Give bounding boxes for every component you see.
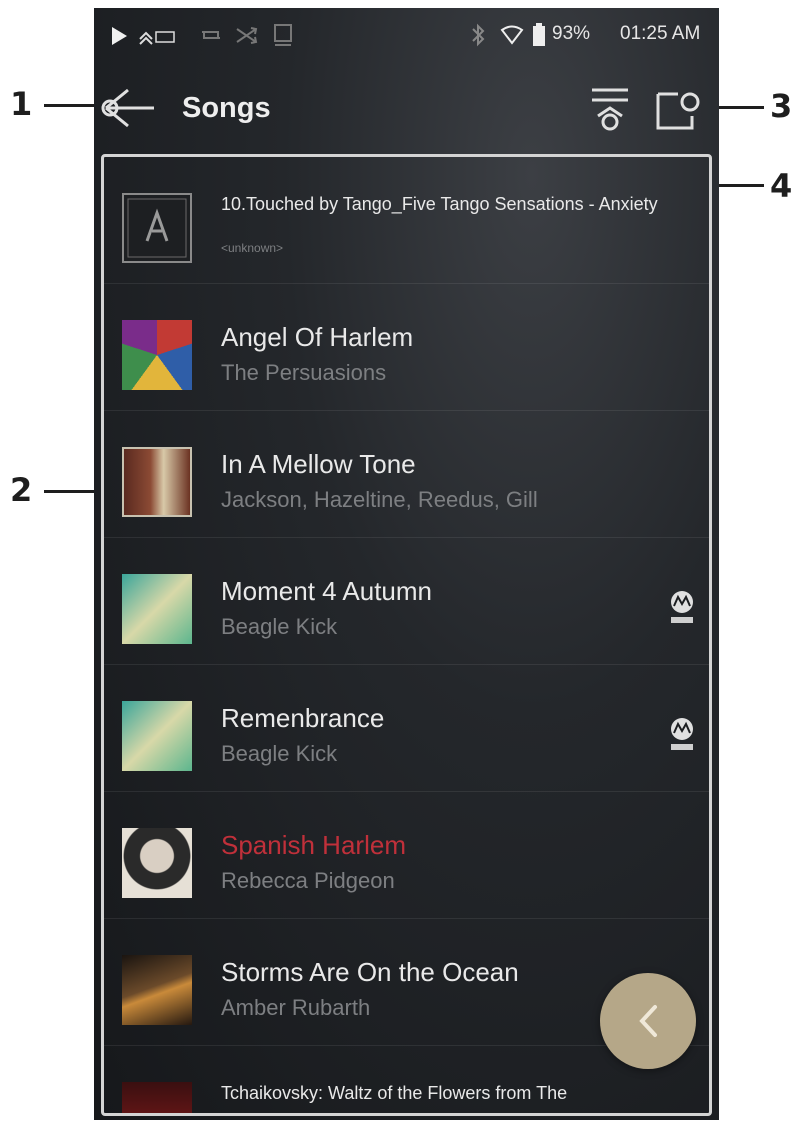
song-artist: Rebecca Pidgeon [221, 868, 395, 893]
album-art [122, 447, 192, 517]
mqa-badge-icon [671, 718, 693, 750]
album-art [122, 574, 192, 644]
status-bar: 93% 01:25 AM [94, 8, 719, 60]
song-title: Spanish Harlem [221, 830, 406, 860]
list-item[interactable]: 10.Touched by Tango_Five Tango Sensation… [104, 157, 709, 284]
song-title: 10.Touched by Tango_Five Tango Sensation… [221, 194, 658, 214]
quick-menu-button[interactable] [600, 973, 696, 1069]
song-artist: Beagle Kick [221, 614, 338, 639]
repeat-icon [202, 31, 220, 39]
wifi-icon [500, 25, 524, 45]
album-art [122, 320, 192, 390]
song-title: In A Mellow Tone [221, 449, 416, 479]
song-title: Storms Are On the Ocean [221, 957, 519, 987]
astell-logo-icon [127, 198, 187, 258]
song-title: Tchaikovsky: Waltz of the Flowers from T… [221, 1083, 568, 1103]
battery-percent: 93% [552, 23, 591, 44]
album-art [122, 1082, 192, 1113]
battery-icon [533, 23, 545, 46]
callout-4: 4 [770, 167, 793, 205]
list-item[interactable]: Angel Of Harlem The Persuasions [104, 284, 709, 411]
shuffle-icon [236, 27, 258, 44]
back-button[interactable] [98, 82, 158, 132]
list-item[interactable]: Moment 4 Autumn Beagle Kick [104, 538, 709, 665]
song-title: Moment 4 Autumn [221, 576, 432, 606]
back-arrow-icon [101, 88, 154, 128]
chevron-left-icon [639, 1005, 657, 1037]
song-artist: <unknown> [221, 241, 284, 255]
select-mode-icon [656, 92, 700, 130]
song-artist: Jackson, Hazeltine, Reedus, Gill [221, 487, 538, 512]
song-artist: Amber Rubarth [221, 995, 371, 1020]
play-icon [112, 27, 127, 45]
dsd-icon [139, 31, 175, 45]
song-artist: The Persuasions [221, 360, 387, 385]
list-item-now-playing[interactable]: Spanish Harlem Rebecca Pidgeon [104, 792, 709, 919]
sort-button[interactable] [588, 86, 632, 134]
album-art [122, 955, 192, 1025]
song-title: Angel Of Harlem [221, 322, 414, 352]
bluetooth-icon [472, 23, 485, 47]
album-art [122, 828, 192, 898]
song-title: Remenbrance [221, 703, 385, 733]
gapless-icon [274, 24, 292, 46]
mqa-badge-icon [671, 591, 693, 623]
list-item[interactable]: In A Mellow Tone Jackson, Hazeltine, Ree… [104, 411, 709, 538]
callout-2: 2 [10, 471, 33, 509]
status-time: 01:25 AM [620, 23, 701, 44]
callout-1: 1 [10, 85, 33, 123]
song-artist: Beagle Kick [221, 741, 338, 766]
app-bar: Songs [94, 68, 719, 148]
sort-icon [592, 88, 628, 131]
page-title: Songs [182, 92, 271, 124]
album-art [122, 701, 192, 771]
default-album-art [122, 193, 192, 263]
callout-3: 3 [770, 87, 793, 125]
select-mode-button[interactable] [654, 86, 706, 134]
list-item[interactable]: Remenbrance Beagle Kick [104, 665, 709, 792]
song-list[interactable]: 10.Touched by Tango_Five Tango Sensation… [101, 154, 712, 1116]
